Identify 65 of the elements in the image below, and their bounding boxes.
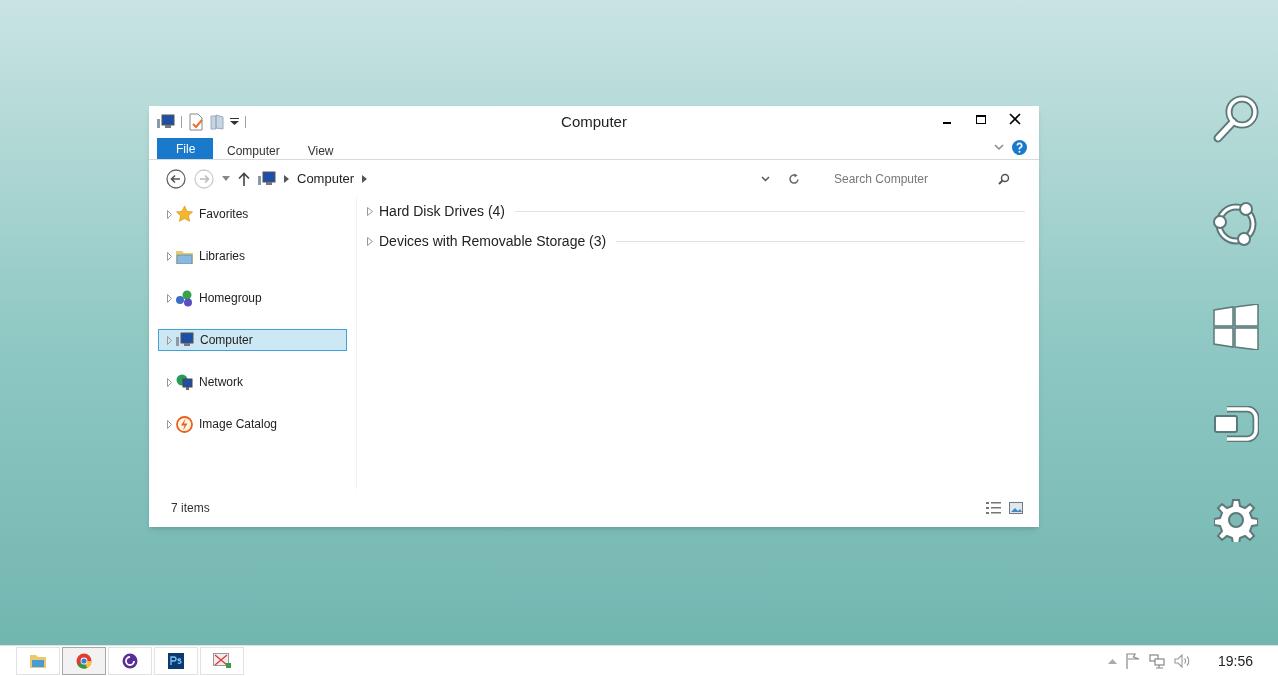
expand-arrow-icon[interactable] (367, 236, 373, 246)
thumbnail-view-icon[interactable] (1009, 502, 1023, 514)
navigation-label: Computer (200, 332, 253, 349)
navigation-item[interactable]: Favorites (158, 203, 347, 225)
globe-computer-icon (176, 373, 193, 391)
expand-arrow-icon[interactable] (367, 206, 373, 216)
expand-arrow-icon[interactable] (167, 251, 172, 261)
navigation-item[interactable]: Image Catalog (158, 413, 347, 435)
computer-icon (258, 170, 276, 187)
breadcrumb-arrow-icon[interactable] (362, 174, 368, 183)
item-count: 7 items (171, 500, 210, 517)
navigation-label: Image Catalog (199, 416, 278, 433)
folder-icon (30, 654, 46, 668)
flag-icon[interactable] (1125, 653, 1140, 669)
library-folder-icon (176, 248, 193, 264)
speaker-icon[interactable] (1173, 654, 1191, 668)
ribbon-tab[interactable]: Computer (213, 138, 294, 159)
expand-arrow-icon[interactable] (167, 209, 172, 219)
windows-logo-icon[interactable] (1213, 304, 1259, 350)
settings-icon[interactable] (1214, 498, 1258, 542)
picture-icon (213, 653, 231, 669)
star-icon (176, 206, 193, 222)
swirl-icon (122, 653, 138, 669)
back-icon[interactable] (166, 168, 186, 189)
breadcrumb-arrow-icon (284, 174, 289, 183)
expand-arrow-icon[interactable] (167, 377, 172, 387)
window-title: Computer (561, 111, 627, 132)
group-header[interactable]: Devices with Removable Storage (3) (379, 230, 607, 252)
computer-icon (176, 332, 194, 348)
group-header[interactable]: Hard Disk Drives (4) (379, 200, 505, 222)
ribbon-tab[interactable]: File (157, 138, 213, 159)
devices-icon[interactable] (1213, 406, 1259, 442)
dropdown-icon[interactable] (230, 118, 239, 126)
navigation-label: Homegroup (199, 290, 262, 307)
breadcrumb-item[interactable]: Computer (297, 168, 355, 189)
computer-icon[interactable] (157, 114, 175, 130)
lightning-circle-icon (176, 415, 193, 433)
network-icon[interactable] (1148, 653, 1165, 669)
search-field[interactable]: Search Computer (834, 169, 984, 188)
up-arrow-icon[interactable] (238, 171, 250, 186)
folder-icon[interactable] (210, 114, 224, 130)
navigation-item[interactable]: Homegroup (158, 287, 347, 309)
ribbon-tab[interactable]: View (293, 138, 348, 159)
document-check-icon[interactable] (188, 113, 204, 131)
chevron-up-icon[interactable] (1107, 658, 1117, 664)
network-group-icon (176, 289, 193, 307)
search-icon[interactable] (998, 172, 1010, 185)
clock[interactable]: 19:56 (1217, 650, 1253, 672)
expand-arrow-icon[interactable] (167, 419, 172, 429)
navigation-label: Network (199, 374, 243, 391)
chevron-down-icon[interactable] (761, 175, 770, 182)
navigation-item[interactable]: Network (158, 371, 347, 393)
refresh-icon[interactable] (788, 172, 800, 185)
expand-arrow-icon[interactable] (167, 293, 172, 303)
chevron-down-icon[interactable] (994, 144, 1004, 151)
navigation-item[interactable]: Computer (158, 329, 347, 351)
help-icon[interactable] (1012, 140, 1027, 155)
navigation-item[interactable]: Libraries (158, 245, 347, 267)
search-icon[interactable] (1212, 94, 1260, 144)
navigation-label: Libraries (199, 248, 246, 265)
details-view-icon[interactable] (986, 502, 1001, 514)
photo-editor-icon (168, 653, 184, 669)
navigation-label: Favorites (199, 206, 249, 223)
expand-arrow-icon[interactable] (167, 335, 172, 345)
browser-icon (76, 653, 92, 669)
